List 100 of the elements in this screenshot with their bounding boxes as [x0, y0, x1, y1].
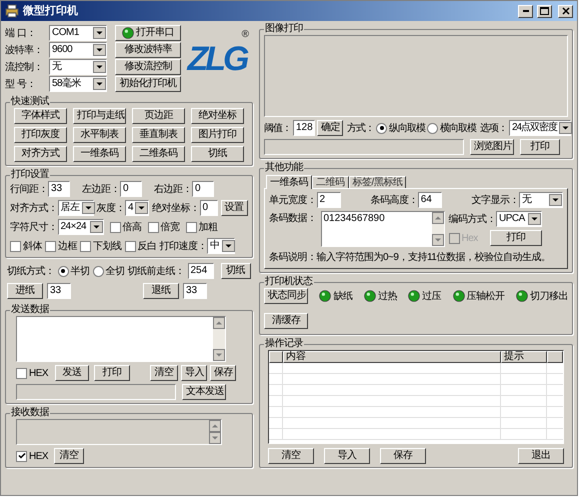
test-button[interactable]: 对齐方式 [14, 146, 67, 162]
set-button[interactable]: 设置 [220, 200, 248, 216]
clear-button[interactable]: 清空 [150, 365, 178, 381]
scrollbar[interactable] [432, 212, 444, 246]
confirm-button[interactable]: 确定 [317, 120, 343, 136]
tab[interactable]: 标签/黑标纸 [348, 176, 406, 188]
field-label: 编码方式： [448, 212, 496, 226]
input-field[interactable]: 0 [200, 200, 218, 216]
input-field[interactable]: 254 [188, 263, 214, 279]
scroll-up-icon[interactable] [209, 420, 221, 432]
text-area[interactable] [16, 419, 222, 445]
field-label: 下划线 [93, 240, 122, 254]
input-field[interactable]: 33 [48, 181, 70, 197]
radio-button[interactable] [58, 266, 68, 276]
maximize-button[interactable] [537, 4, 552, 18]
checkbox[interactable] [16, 450, 27, 462]
checkbox[interactable] [124, 240, 136, 252]
dropdown[interactable]: 24×24 [58, 219, 104, 235]
dropdown[interactable]: 无 [49, 59, 107, 75]
test-button[interactable]: 绝对坐标 [191, 108, 244, 124]
scrollbar[interactable] [213, 317, 225, 361]
test-button[interactable]: 打印与走纸 [73, 108, 126, 124]
import-button[interactable]: 导入 [324, 448, 370, 464]
input-field[interactable]: 64 [418, 192, 442, 208]
field-label: 条码高度： [370, 194, 418, 208]
clear-button[interactable]: 清空 [54, 448, 84, 464]
print-button[interactable]: 打印 [94, 365, 130, 381]
send-button[interactable]: 发送 [55, 365, 90, 381]
input-field[interactable] [16, 384, 176, 400]
dropdown[interactable]: 58毫米 [49, 76, 107, 92]
scroll-down-icon[interactable] [432, 234, 444, 246]
dropdown[interactable]: 24点双密度 [509, 120, 571, 136]
cut-button[interactable]: 切纸 [220, 263, 250, 279]
text-send-button[interactable]: 文本发送 [182, 384, 226, 400]
input-field[interactable]: 33 [183, 283, 207, 299]
dropdown[interactable]: 居左 [58, 200, 94, 216]
feed-button[interactable]: 进纸 [7, 283, 43, 299]
input-field[interactable]: 0 [120, 181, 142, 197]
scroll-up-icon[interactable] [213, 317, 225, 329]
checkbox[interactable] [10, 240, 21, 252]
serial-button[interactable]: 打开串口 [115, 25, 181, 41]
dropdown[interactable]: 无 [519, 192, 563, 208]
input-field[interactable]: 2 [316, 192, 340, 208]
checkbox[interactable] [80, 240, 91, 252]
text-area[interactable] [16, 316, 226, 362]
dropdown[interactable]: UPCA [496, 211, 542, 227]
scrollbar[interactable] [209, 420, 221, 444]
close-button[interactable] [558, 4, 573, 18]
serial-button[interactable]: 修改流控制 [115, 59, 181, 75]
scroll-down-icon[interactable] [209, 432, 221, 444]
test-button[interactable]: 打印灰度 [14, 127, 67, 143]
test-button[interactable]: 图片打印 [191, 127, 244, 143]
radio-button[interactable] [376, 122, 387, 134]
checkbox[interactable] [148, 222, 158, 232]
import-button[interactable]: 导入 [181, 365, 208, 381]
dropdown[interactable]: 9600 [49, 42, 107, 58]
tab[interactable]: 二维码 [312, 176, 348, 188]
dropdown[interactable]: 4 [125, 200, 149, 216]
file-path-field[interactable] [264, 139, 464, 155]
group-title: 图像打印 [264, 23, 304, 35]
checkbox[interactable] [110, 222, 120, 232]
test-button[interactable]: 二维条码 [132, 146, 185, 162]
test-button[interactable]: 垂直制表 [132, 127, 185, 143]
barcode-data-field[interactable]: 01234567890 [320, 211, 444, 247]
input-field[interactable]: 128 [293, 120, 315, 136]
checkbox[interactable] [45, 240, 56, 252]
test-button[interactable]: 切纸 [191, 146, 244, 162]
tab[interactable]: 一维条码 [266, 175, 312, 189]
dropdown[interactable]: COM1 [49, 25, 107, 41]
clear-cache-button[interactable]: 清缓存 [264, 313, 308, 329]
browse-button[interactable]: 浏览图片 [470, 139, 514, 155]
field-label: 型 号： [5, 78, 37, 92]
dropdown[interactable]: 中 [207, 238, 235, 254]
scroll-up-icon[interactable] [432, 212, 444, 224]
group-title: 打印设置 [10, 169, 50, 181]
input-field[interactable]: 0 [192, 181, 214, 197]
scroll-down-icon[interactable] [213, 349, 225, 361]
test-button[interactable]: 一维条码 [73, 146, 126, 162]
save-button[interactable]: 保存 [210, 365, 236, 381]
radio-button[interactable] [427, 122, 438, 134]
maximize-icon [540, 7, 549, 15]
input-field[interactable]: 33 [47, 283, 71, 299]
minimize-button[interactable] [518, 4, 533, 18]
exit-button[interactable]: 退出 [518, 448, 564, 464]
clear-button[interactable]: 清空 [268, 448, 314, 464]
test-button[interactable]: 页边距 [132, 108, 185, 124]
print-button[interactable]: 打印 [490, 230, 542, 246]
checkbox[interactable] [186, 222, 196, 232]
field-label: 倍宽 [160, 220, 180, 234]
checkbox[interactable] [16, 368, 27, 378]
serial-button[interactable]: 初始化打印机 [115, 76, 181, 92]
radio-button[interactable] [92, 266, 104, 276]
sync-button[interactable]: 状态同步 [264, 288, 308, 304]
feed-button[interactable]: 退纸 [143, 283, 179, 299]
print-button[interactable]: 打印 [520, 139, 560, 155]
test-button[interactable]: 水平制表 [73, 127, 126, 143]
serial-button[interactable]: 修改波特率 [115, 42, 181, 58]
save-button[interactable]: 保存 [380, 448, 426, 464]
test-button[interactable]: 字体样式 [14, 108, 67, 124]
field-label: 全切 [106, 264, 124, 278]
